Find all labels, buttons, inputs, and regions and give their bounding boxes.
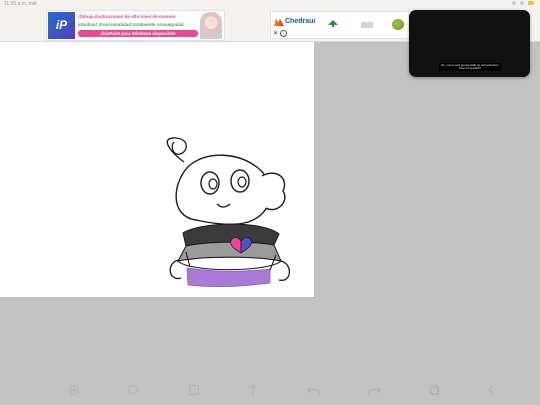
transform-icon[interactable] — [66, 382, 82, 398]
tree-icon — [328, 20, 338, 27]
wifi-icon — [512, 1, 516, 5]
product-image — [361, 22, 373, 28]
antenna-stroke — [166, 137, 187, 163]
right-pupil — [237, 176, 247, 188]
right-arm-stroke — [278, 260, 291, 281]
video-caption: So, you're just gonna walk up and ask th… — [439, 63, 501, 72]
battery-icon — [528, 1, 534, 5]
redo-icon[interactable] — [366, 382, 382, 398]
grape-product-image — [392, 19, 404, 30]
head-stroke — [175, 154, 272, 226]
move-arrow-icon[interactable] — [245, 382, 261, 398]
status-icons — [512, 1, 534, 5]
bottom-toolbar — [0, 376, 540, 405]
layers-icon[interactable] — [426, 382, 442, 398]
layer-square-icon[interactable] — [186, 382, 202, 398]
chedraui-flame-icon — [274, 18, 284, 26]
ad-text-line-2: intuitiva! ¡Funcionalidad totalmente con… — [78, 22, 184, 27]
ad-close-icon[interactable]: ✕ — [273, 30, 278, 37]
chedraui-brand: Chedraui — [285, 18, 316, 25]
back-chevron-icon[interactable] — [483, 382, 499, 398]
character-drawing — [166, 137, 291, 287]
ibispaint-ad-banner[interactable]: iP ¡Dibuja ilustraciones de alto nivel d… — [46, 10, 225, 41]
status-date-text: mié — [28, 1, 37, 7]
lasso-icon[interactable] — [125, 382, 141, 398]
status-bar: 11:55 a.m. mié — [0, 0, 540, 8]
left-arm-stroke — [169, 259, 182, 280]
status-time-text: 11:55 a.m. — [4, 1, 28, 7]
undo-icon[interactable] — [306, 382, 322, 398]
bluetooth-icon — [520, 1, 524, 5]
ad-character-image — [200, 12, 222, 39]
pants-area — [186, 267, 271, 287]
floating-video-player[interactable]: So, you're just gonna walk up and ask th… — [409, 10, 530, 77]
status-time: 11:55 a.m. mié — [4, 1, 37, 7]
shirt-white-stripe — [176, 256, 283, 271]
ad-info-icon[interactable]: i — [280, 30, 287, 37]
left-pupil — [208, 178, 218, 190]
ad-text-line-1: ¡Dibuja ilustraciones de alto nivel de m… — [78, 14, 176, 19]
drawing-canvas[interactable] — [0, 42, 314, 297]
ibispaint-logo: iP — [48, 12, 75, 39]
ad-cta-button[interactable]: ¡ibisPaint para Windows disponible! — [78, 30, 198, 37]
